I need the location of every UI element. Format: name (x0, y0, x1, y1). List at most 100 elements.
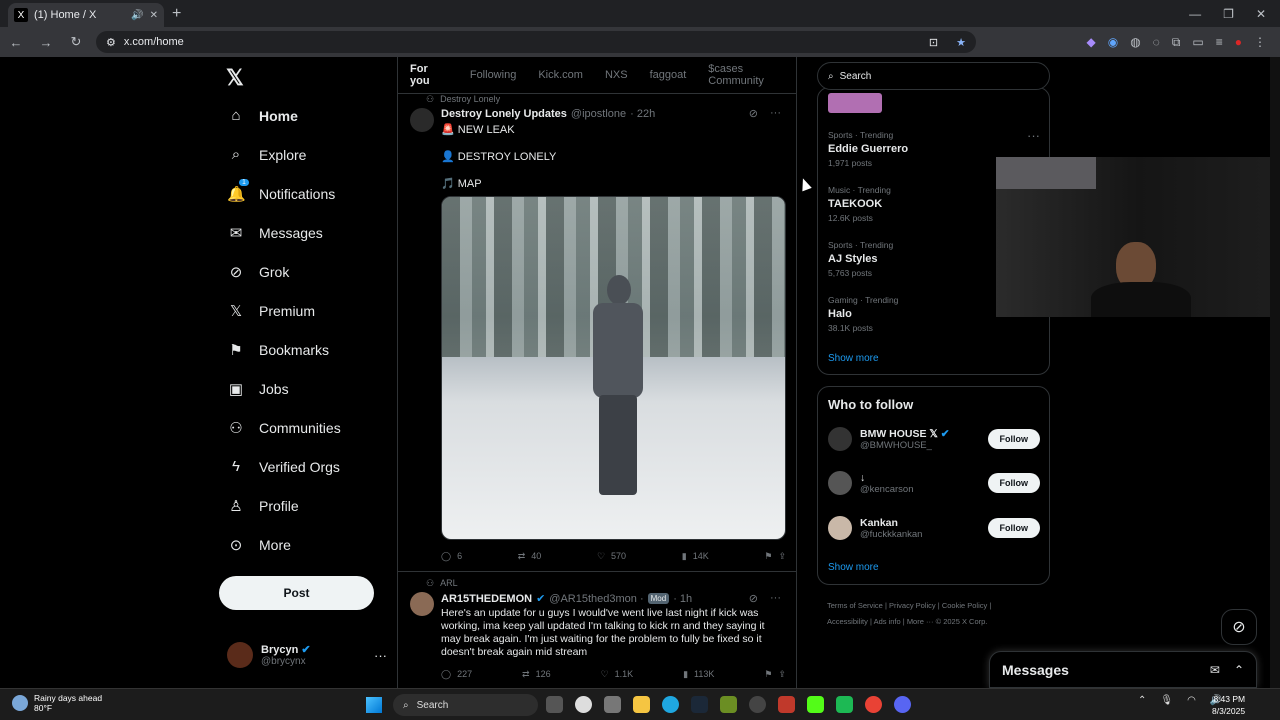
footer-more[interactable]: More ··· (907, 617, 934, 626)
site-info-icon[interactable]: ⚙ (106, 36, 116, 49)
search-input[interactable]: ⌕ Search (817, 62, 1050, 90)
footer-link[interactable]: Privacy Policy (889, 601, 936, 610)
repost-button[interactable]: ⇄ 40 (518, 551, 542, 562)
address-bar[interactable]: ⚙ x.com/home ⊡ ★ (96, 31, 976, 53)
scrollbar[interactable] (1270, 57, 1280, 688)
follow-suggestion[interactable]: Kankan @fuckkkankan Follow (828, 516, 1040, 540)
extension-icon[interactable]: ◌ (1153, 35, 1160, 50)
share-icon[interactable]: ⇪ (778, 669, 786, 680)
nav-communities[interactable]: ⚇ Communities (227, 419, 340, 437)
trend-item[interactable]: Music · Trending TAEKOOK 12.6K posts (828, 185, 891, 223)
follow-button[interactable]: Follow (987, 429, 1040, 449)
more-icon[interactable]: ··· (770, 107, 781, 120)
follow-show-more[interactable]: Show more (828, 562, 879, 573)
extension-icon[interactable]: ◍ (1130, 35, 1140, 50)
discord-icon[interactable] (894, 696, 911, 713)
browser-tab[interactable]: X (1) Home / X 🔊 ✕ (8, 3, 164, 27)
app-icon[interactable] (575, 696, 592, 713)
follow-suggestion[interactable]: BMW HOUSE 𝕏 ✔ @BMWHOUSE_ Follow (828, 427, 1040, 451)
repost-button[interactable]: ⇄ 126 (522, 669, 551, 680)
kick-icon[interactable] (807, 696, 824, 713)
nav-explore[interactable]: ⌕ Explore (227, 146, 307, 163)
bookmark-icon[interactable]: ⚑ (764, 669, 772, 680)
tab-nxs[interactable]: NXS (605, 69, 628, 81)
nav-verified-orgs[interactable]: ϟ Verified Orgs (227, 458, 340, 475)
app-icon[interactable] (836, 696, 853, 713)
author-name[interactable]: AR15THEDEMON (441, 593, 532, 605)
more-icon[interactable]: ··· (770, 592, 781, 605)
post-button[interactable]: Post (219, 576, 374, 610)
forward-icon[interactable]: → (36, 35, 56, 50)
more-dots-icon[interactable]: ··· (374, 648, 387, 663)
x-logo-icon[interactable]: 𝕏 (226, 65, 244, 91)
footer-link[interactable]: Terms of Service (827, 601, 883, 610)
bookmark-icon[interactable]: ⚑ (764, 551, 772, 562)
nav-notifications[interactable]: 🔔 1 Notifications (227, 179, 335, 203)
nav-home[interactable]: ⌂ Home (227, 107, 297, 124)
tweet-avatar[interactable] (410, 108, 434, 132)
follow-suggestion[interactable]: ↓ @kencarson Follow (828, 471, 1040, 495)
app-icon[interactable] (749, 696, 766, 713)
back-icon[interactable]: ← (6, 35, 26, 50)
messages-drawer[interactable]: Messages ✉ ⌃ (989, 651, 1257, 688)
chrome-icon[interactable] (865, 696, 882, 713)
nav-profile[interactable]: ♙ Profile (227, 497, 298, 515)
nav-premium[interactable]: 𝕏 Premium (227, 302, 315, 320)
nav-messages[interactable]: ✉ Messages (227, 224, 323, 242)
chevron-up-icon[interactable]: ⌃ (1138, 695, 1146, 706)
app-icon[interactable] (720, 696, 737, 713)
new-message-icon[interactable]: ✉ (1210, 663, 1220, 677)
tweet-time[interactable]: · 1h (673, 593, 692, 605)
trends-show-more[interactable]: Show more (828, 353, 879, 364)
share-icon[interactable]: ⇪ (778, 551, 786, 562)
like-button[interactable]: ♡ 570 (597, 551, 626, 562)
nav-jobs[interactable]: ▣ Jobs (227, 380, 289, 398)
tab-kick[interactable]: Kick.com (538, 69, 583, 81)
extension-icon[interactable]: ◆ (1086, 35, 1095, 50)
minimize-icon[interactable]: — (1189, 7, 1201, 21)
edge-icon[interactable] (662, 696, 679, 713)
nav-grok[interactable]: ⊘ Grok (227, 263, 290, 281)
reading-list-icon[interactable]: ≡ (1216, 35, 1223, 50)
settings-icon[interactable] (604, 696, 621, 713)
task-view-icon[interactable] (546, 696, 563, 713)
author-handle[interactable]: @AR15thed3mon · (549, 593, 643, 605)
split-view-icon[interactable]: ▭ (1192, 35, 1203, 50)
reload-icon[interactable]: ↻ (66, 34, 86, 50)
trend-item[interactable]: Gaming · Trending Halo 38.1K posts (828, 295, 898, 333)
install-icon[interactable]: ⊡ (929, 36, 938, 49)
tab-cases-community[interactable]: $cases Community (708, 63, 796, 87)
reply-button[interactable]: ◯ 6 (441, 551, 462, 562)
views-button[interactable]: ▮ 113K (683, 669, 714, 680)
profile-icon[interactable]: ● (1235, 35, 1242, 50)
tweet-avatar[interactable] (410, 592, 434, 616)
wifi-icon[interactable]: ◠ (1187, 695, 1196, 706)
app-icon[interactable] (778, 696, 795, 713)
tweet-time[interactable]: · 22h (630, 108, 655, 120)
close-tab-icon[interactable]: ✕ (150, 10, 158, 21)
tab-faggoat[interactable]: faggoat (650, 69, 687, 81)
clock[interactable]: 8:43 PM 8/3/2025 (1212, 693, 1245, 717)
nav-bookmarks[interactable]: ⚑ Bookmarks (227, 341, 329, 359)
new-tab-button[interactable]: + (172, 5, 181, 23)
reply-button[interactable]: ◯ 227 (441, 669, 472, 680)
puzzle-icon[interactable]: ⧉ (1172, 35, 1181, 50)
start-button[interactable] (366, 697, 382, 713)
mic-icon[interactable]: 🎙 (1160, 695, 1173, 706)
tab-following[interactable]: Following (470, 69, 516, 81)
grok-icon[interactable]: ⊘ (749, 592, 758, 605)
account-switcher[interactable]: Brycyn ✔ @brycynx ··· (227, 642, 387, 668)
tweet[interactable]: ⚇ Destroy Lonely Destroy Lonely Updates @… (398, 94, 796, 572)
trend-item[interactable]: Sports · Trending Eddie Guerrero 1,971 pos… (828, 130, 908, 168)
footer-link[interactable]: Cookie Policy (942, 601, 987, 610)
steam-icon[interactable] (691, 696, 708, 713)
expand-icon[interactable]: ⌃ (1234, 663, 1244, 677)
grok-fab-button[interactable]: ⊘ (1221, 609, 1257, 645)
tweet[interactable]: ⚇ ARL AR15THEDEMON ✔ @AR15thed3mon · Mod … (398, 572, 796, 688)
views-button[interactable]: ▮ 14K (682, 551, 709, 562)
menu-icon[interactable]: ⋮ (1254, 35, 1266, 50)
grok-icon[interactable]: ⊘ (749, 107, 758, 120)
bookmark-star-icon[interactable]: ★ (956, 36, 966, 49)
tweet-media-image[interactable] (441, 196, 786, 540)
footer-link[interactable]: Ads info (874, 617, 901, 626)
